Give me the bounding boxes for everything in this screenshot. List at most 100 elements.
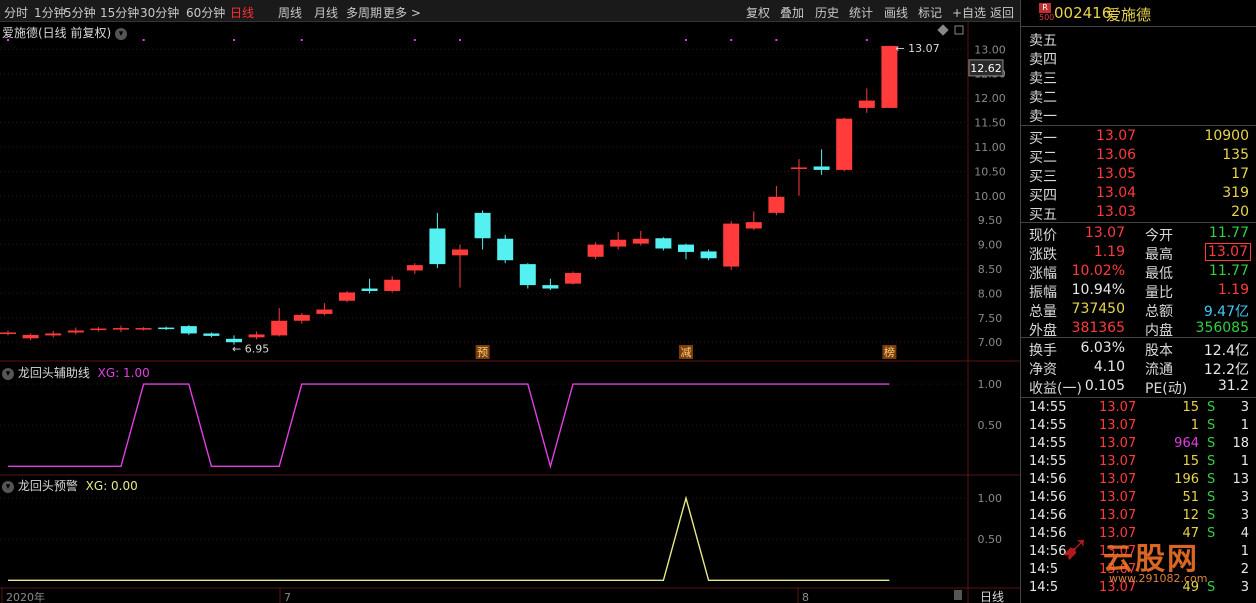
candle-body: [565, 272, 581, 284]
candle-body: [474, 212, 491, 239]
fin-label: 流通: [1145, 362, 1173, 378]
tick-count: 3: [1240, 490, 1249, 505]
buy-volume: 17: [1231, 166, 1249, 182]
toolbar-tab-1[interactable]: 1分钟: [34, 4, 66, 21]
chevron-down-icon[interactable]: ▾: [115, 27, 128, 40]
candle-body: [180, 326, 197, 334]
indicator-tick-label: 1.00: [978, 492, 1003, 505]
fin-value: 6.03%: [1080, 340, 1125, 356]
quote-value: 11.77: [1208, 263, 1249, 279]
tick-side: S: [1207, 418, 1216, 433]
event-marker-label: 榜: [884, 345, 895, 359]
toolbar-action-6[interactable]: +自选: [952, 4, 986, 21]
tick-side: S: [1207, 472, 1216, 487]
tick-price: 13.07: [1099, 472, 1137, 487]
buy-row: 买一 13.07 10900: [1021, 127, 1256, 147]
chevron-down-icon[interactable]: ▾: [2, 480, 14, 493]
chevron-down-icon[interactable]: ▾: [2, 367, 14, 380]
buy-label: 买二: [1029, 150, 1057, 166]
tick-time: 14:55: [1029, 418, 1067, 433]
tick-side: S: [1207, 508, 1216, 523]
sell-label: 卖四: [1029, 52, 1057, 68]
candle-body: [113, 328, 129, 330]
event-dot: [865, 39, 868, 41]
toolbar-tab-4[interactable]: 30分钟: [140, 4, 179, 21]
quote-panel: R 500 002416 爱施德 卖五 卖四 卖三 卖二 卖一 买一 13.07 10900…: [1020, 0, 1256, 603]
toolbar-tab-0[interactable]: 分时: [4, 4, 28, 21]
quote-row: 振幅 10.94% 量比 1.19: [1021, 281, 1256, 301]
toolbar-action-4[interactable]: 画线: [884, 4, 908, 21]
toolbar-action-5[interactable]: 标记: [918, 4, 942, 21]
toolbar-tab-6[interactable]: 日线: [230, 4, 254, 21]
toolbar-action-7[interactable]: 返回: [990, 4, 1014, 21]
tick-count: 13: [1232, 472, 1249, 487]
candle-body: [135, 328, 152, 330]
quote-row: 总量 737450 总额 9.47亿: [1021, 300, 1256, 320]
scroll-icon: [954, 590, 962, 600]
kline-chart[interactable]: 7.00 7.50 8.00 8.50 9.00 9.50 10.00 10.50 11.00 1…: [0, 22, 1020, 603]
tick-price: 13.07: [1099, 400, 1137, 415]
quote-label: 涨幅: [1029, 266, 1057, 282]
buy-volume: 319: [1222, 185, 1249, 201]
sell-row: 卖一: [1021, 105, 1256, 125]
toolbar-tab-2[interactable]: 5分钟: [64, 4, 96, 21]
period-toolbar: 分时 1分钟 5分钟 15分钟 30分钟 60分钟 日线 周线 月线 多周期 更多 > 复权 叠加 历史统…: [0, 0, 1020, 22]
candle-body: [22, 334, 39, 339]
event-dot: [300, 39, 303, 41]
buy-price: 13.05: [1096, 166, 1137, 182]
tick-price: 13.07: [1099, 418, 1137, 433]
tick-count: 1: [1240, 418, 1249, 433]
tick-count: 18: [1232, 436, 1249, 451]
quote-label: 总额: [1145, 304, 1173, 320]
toolbar-action-2[interactable]: 历史: [815, 4, 839, 21]
price-tick-label: 9.50: [978, 214, 1003, 227]
event-dot: [775, 39, 778, 41]
toolbar-tab-8[interactable]: 月线: [314, 4, 338, 21]
toolbar-tab-5[interactable]: 60分钟: [186, 4, 225, 21]
candle-body: [632, 238, 649, 244]
tick-price: 13.07: [1099, 436, 1137, 451]
fin-label: 股本: [1145, 343, 1173, 359]
fin-value: 12.4亿: [1203, 343, 1249, 359]
candle-body: [67, 330, 84, 333]
toolbar-tab-9[interactable]: 多周期: [346, 4, 382, 21]
fin-label: PE(动): [1145, 381, 1188, 397]
toolbar-tab-7[interactable]: 周线: [278, 4, 302, 21]
price-tick-label: 8.50: [978, 263, 1003, 276]
candle-body: [429, 228, 446, 265]
event-dot: [233, 39, 235, 41]
toolbar-tab-10[interactable]: 更多 >: [383, 4, 421, 21]
quote-value: 13.07: [1204, 243, 1251, 261]
quote-row: 外盘 381365 内盘 356085: [1021, 319, 1256, 339]
sell-label: 卖一: [1029, 109, 1057, 125]
sell-row: 卖四: [1021, 48, 1256, 68]
tick-time: 14:56: [1029, 490, 1067, 505]
indicator-tick-label: 0.50: [978, 419, 1003, 432]
quote-label: 现价: [1029, 228, 1057, 244]
toolbar-action-0[interactable]: 复权: [746, 4, 770, 21]
candle-body: [45, 333, 62, 336]
buy-price: 13.07: [1096, 128, 1137, 144]
candle-body: [700, 251, 717, 259]
candle-body: [813, 166, 830, 170]
tick-volume: 1: [1190, 418, 1199, 433]
toolbar-tab-3[interactable]: 15分钟: [100, 4, 139, 21]
period-label: 日线: [980, 590, 1004, 603]
quote-label: 最低: [1145, 266, 1173, 282]
tick-time: 14:56: [1029, 508, 1067, 523]
tick-count: 3: [1240, 400, 1249, 415]
candle-body: [678, 244, 694, 252]
candle-body: [723, 223, 740, 267]
event-dot: [142, 39, 145, 41]
watermark-logo: ➹ 云股网 www.291082.com: [1061, 528, 1208, 585]
quote-label: 总量: [1029, 304, 1057, 320]
candle-body: [587, 244, 604, 257]
candle-body: [90, 328, 107, 331]
fin-value: 0.105: [1084, 378, 1125, 394]
candle-body: [452, 249, 468, 256]
fin-value: 4.10: [1093, 359, 1125, 375]
event-dot: [459, 39, 461, 41]
quote-row: 涨幅 10.02% 最低 11.77: [1021, 262, 1256, 282]
toolbar-action-3[interactable]: 统计: [849, 4, 873, 21]
toolbar-action-1[interactable]: 叠加: [780, 4, 804, 21]
